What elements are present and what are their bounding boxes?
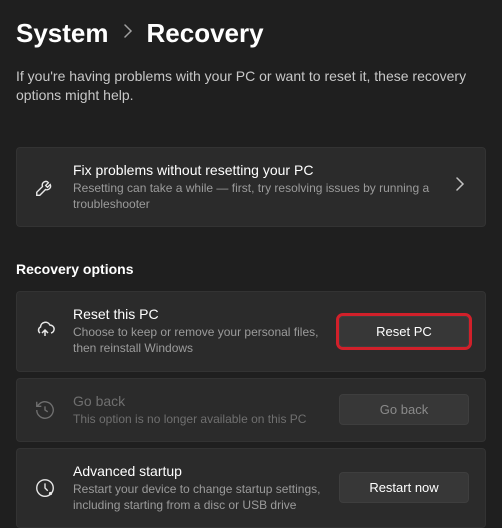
- advanced-startup-desc: Restart your device to change startup se…: [73, 481, 323, 513]
- section-header: Recovery options: [16, 261, 486, 277]
- reset-pc-card: Reset this PC Choose to keep or remove y…: [16, 291, 486, 371]
- advanced-startup-card: Advanced startup Restart your device to …: [16, 448, 486, 528]
- advanced-startup-content: Advanced startup Restart your device to …: [73, 463, 323, 513]
- advanced-startup-title: Advanced startup: [73, 463, 323, 479]
- fix-problems-desc: Resetting can take a while — first, try …: [73, 180, 439, 212]
- reset-pc-button[interactable]: Reset PC: [339, 316, 469, 347]
- breadcrumb-current: Recovery: [147, 18, 264, 49]
- advanced-startup-icon: [33, 476, 57, 500]
- reset-pc-content: Reset this PC Choose to keep or remove y…: [73, 306, 323, 356]
- fix-problems-title: Fix problems without resetting your PC: [73, 162, 439, 178]
- wrench-icon: [33, 175, 57, 199]
- history-icon: [33, 398, 57, 422]
- reset-pc-desc: Choose to keep or remove your personal f…: [73, 324, 323, 356]
- go-back-card: Go back This option is no longer availab…: [16, 378, 486, 442]
- chevron-right-icon: [455, 177, 469, 196]
- intro-text: If you're having problems with your PC o…: [16, 67, 486, 105]
- go-back-button: Go back: [339, 394, 469, 425]
- breadcrumb-parent[interactable]: System: [16, 18, 109, 49]
- go-back-desc: This option is no longer available on th…: [73, 411, 323, 427]
- fix-problems-content: Fix problems without resetting your PC R…: [73, 162, 439, 212]
- go-back-title: Go back: [73, 393, 323, 409]
- breadcrumb: System Recovery: [16, 18, 486, 49]
- restart-now-button[interactable]: Restart now: [339, 472, 469, 503]
- cloud-reset-icon: [33, 319, 57, 343]
- go-back-content: Go back This option is no longer availab…: [73, 393, 323, 427]
- reset-pc-title: Reset this PC: [73, 306, 323, 322]
- chevron-right-icon: [123, 24, 133, 43]
- fix-problems-card[interactable]: Fix problems without resetting your PC R…: [16, 147, 486, 227]
